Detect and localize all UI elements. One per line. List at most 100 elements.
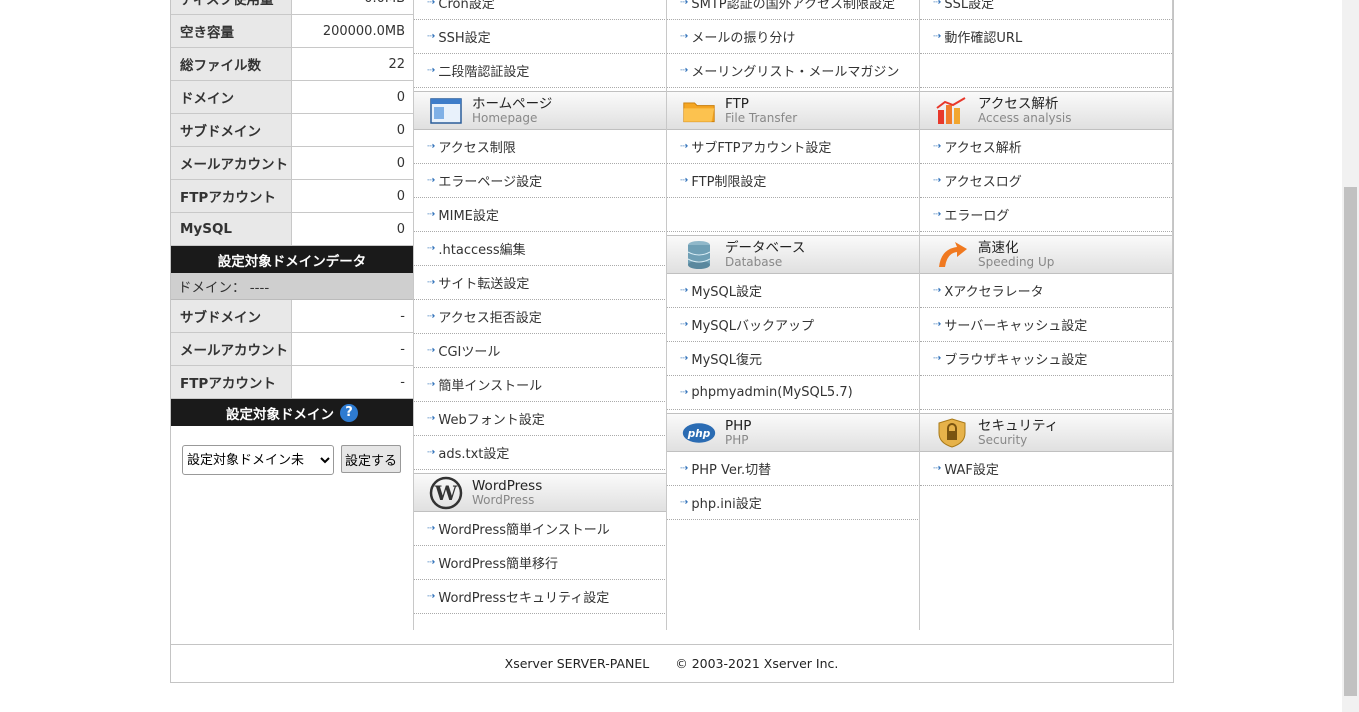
arrow-icon: ⇢ (680, 31, 689, 42)
stat-value: - (400, 374, 405, 390)
menu-item-link[interactable]: ⇢ アクセス拒否設定 (414, 300, 667, 334)
menu-item-link[interactable]: ⇢ メールの振り分け (667, 20, 920, 54)
section-title: 高速化 Speeding Up (978, 241, 1054, 269)
menu-item-label: MySQLバックアップ (691, 319, 815, 334)
menu-item-link[interactable]: ⇢ WAF設定 (920, 452, 1172, 486)
menu-item-link[interactable]: ⇢ メーリングリスト・メールマガジン (667, 54, 920, 88)
menu-item-link[interactable]: ⇢ SMTP認証の国外アクセス制限設定 (667, 0, 920, 20)
menu-item-link[interactable]: ⇢ php.ini設定 (667, 486, 920, 520)
section-title: アクセス解析 Access analysis (978, 97, 1071, 125)
menu-item-label: アクセス拒否設定 (438, 311, 542, 326)
section-header: FTP File Transfer (667, 91, 920, 130)
section-title-en: PHP (725, 432, 749, 447)
footer-product: Xserver SERVER-PANEL (504, 656, 650, 671)
menu-item-link[interactable]: ⇢ PHP Ver.切替 (667, 452, 920, 486)
menu-item-link[interactable]: ⇢ 簡単インストール (414, 368, 667, 402)
stat-row: ドメイン 0 (171, 81, 413, 114)
stat-label: ドメイン (171, 81, 292, 113)
section-title: データベース Database (725, 241, 805, 269)
section-title-jp: アクセス解析 (978, 95, 1059, 112)
stat-row: FTPアカウント 0 (171, 180, 413, 213)
menu-item-link[interactable]: ⇢ アクセスログ (920, 164, 1172, 198)
stat-label: サブドメイン (171, 300, 292, 332)
section-title-en: Homepage (472, 110, 538, 125)
section-title-jp: データベース (725, 239, 806, 256)
arrow-icon: ⇢ (933, 31, 942, 42)
menu-item-link[interactable]: ⇢ WordPress簡単インストール (414, 512, 667, 546)
menu-item-label: CGIツール (438, 345, 501, 360)
menu-item-link[interactable]: ⇢ MySQLバックアップ (667, 308, 920, 342)
sidebar: ディスク使用量0.0MB空き容量200000.0MB総ファイル数22ドメイン0サ… (171, 0, 413, 475)
arrow-icon: ⇢ (933, 319, 942, 330)
arrow-icon: ⇢ (680, 319, 689, 330)
folder-icon (682, 96, 716, 126)
stat-value: - (400, 308, 405, 324)
menu-item-link[interactable]: ⇢ アクセス解析 (920, 130, 1172, 164)
menu-item-link[interactable]: ⇢ アクセス制限 (414, 130, 667, 164)
menu-item-link[interactable]: ⇢ ads.txt設定 (414, 436, 667, 470)
menu-item-link[interactable]: ⇢ MySQL復元 (667, 342, 920, 376)
footer: Xserver SERVER-PANEL © 2003-2021 Xserver… (171, 644, 1172, 682)
menu-item-link[interactable]: ⇢ FTP制限設定 (667, 164, 920, 198)
menu-item-link[interactable]: ⇢ phpmyadmin(MySQL5.7) (667, 376, 920, 410)
menu-item-link[interactable]: ⇢ MySQL設定 (667, 274, 920, 308)
menu-item-link[interactable]: ⇢ エラーログ (920, 198, 1172, 232)
arrow-icon: ⇢ (680, 0, 689, 8)
menu-item-label: MySQL設定 (691, 285, 763, 300)
section-title-en: WordPress (472, 492, 535, 507)
arrow-icon: ⇢ (680, 463, 689, 474)
menu-item-link[interactable]: ⇢ Webフォント設定 (414, 402, 667, 436)
arrow-icon: ⇢ (427, 523, 436, 534)
section-title: PHP PHP (725, 419, 751, 447)
menu-item-link[interactable]: ⇢ SSH設定 (414, 20, 667, 54)
section-title-jp: 高速化 (978, 239, 1019, 256)
section-title: セキュリティ Security (978, 419, 1058, 447)
menu-item-link[interactable]: ⇢ 二段階認証設定 (414, 54, 667, 88)
scrollbar-thumb[interactable] (1344, 187, 1357, 696)
menu-item-label: SSL設定 (944, 0, 995, 12)
set-domain-button[interactable]: 設定する (341, 445, 401, 473)
section-header: W WordPress WordPress (414, 473, 667, 512)
menu-item-label: エラーログ (944, 209, 1010, 224)
menu-item-link[interactable]: ⇢ MIME設定 (414, 198, 667, 232)
column-2: ⇢ SMTP認証の国外アクセス制限設定 ⇢ メールの振り分け ⇢ メーリングリスト・メール… (666, 0, 920, 630)
menu-item-label: MIME設定 (438, 209, 499, 224)
arrow-icon: ⇢ (680, 175, 689, 186)
stat-label: FTPアカウント (171, 366, 292, 398)
menu-item-link[interactable]: ⇢ ブラウザキャッシュ設定 (920, 342, 1172, 376)
page-scrollbar[interactable] (1342, 0, 1359, 712)
menu-item-link[interactable]: ⇢ サイト転送設定 (414, 266, 667, 300)
arrow-icon: ⇢ (427, 141, 436, 152)
stat-value: 0.0MB (292, 0, 413, 14)
section-header: php PHP PHP (667, 413, 920, 452)
menu-item-link[interactable]: ⇢ WordPressセキュリティ設定 (414, 580, 667, 614)
menu-item-link[interactable]: ⇢ サーバーキャッシュ設定 (920, 308, 1172, 342)
speed-arrow-icon (935, 240, 969, 270)
stat-row: MySQL 0 (171, 213, 413, 246)
arrow-icon: ⇢ (933, 353, 942, 364)
menu-item-link[interactable]: ⇢ SSL設定 (920, 0, 1172, 20)
menu-item-link[interactable]: ⇢ CGIツール (414, 334, 667, 368)
stat-row: 総ファイル数 22 (171, 48, 413, 81)
menu-item-link[interactable]: ⇢ Cron設定 (414, 0, 667, 20)
help-icon[interactable]: ? (340, 403, 358, 422)
menu-item-link[interactable]: ⇢ 動作確認URL (920, 20, 1172, 54)
menu-item-link[interactable]: ⇢ Xアクセラレータ (920, 274, 1172, 308)
menu-item-label: メールの振り分け (691, 31, 796, 46)
arrow-icon: ⇢ (933, 463, 942, 474)
menu-item-link[interactable]: ⇢ .htaccess編集 (414, 232, 667, 266)
menu-item-label: phpmyadmin(MySQL5.7) (691, 385, 853, 400)
stat-label: MySQL (171, 213, 292, 245)
menu-item-label: サーバーキャッシュ設定 (944, 319, 1088, 334)
arrow-icon: ⇢ (680, 285, 689, 296)
domain-data-title: 設定対象ドメインデータ (171, 246, 413, 273)
menu-item-link[interactable]: ⇢ サブFTPアカウント設定 (667, 130, 920, 164)
menu-item-label: 簡単インストール (438, 379, 543, 394)
menu-item-label: WordPress簡単インストール (438, 523, 610, 538)
domain-select[interactable]: 設定対象ドメイン未 (182, 445, 334, 475)
menu-item-link[interactable]: ⇢ WordPress簡単移行 (414, 546, 667, 580)
arrow-icon: ⇢ (933, 285, 942, 296)
menu-item-label: MySQL復元 (691, 353, 763, 368)
arrow-icon: ⇢ (933, 209, 942, 220)
menu-item-link[interactable]: ⇢ エラーページ設定 (414, 164, 667, 198)
